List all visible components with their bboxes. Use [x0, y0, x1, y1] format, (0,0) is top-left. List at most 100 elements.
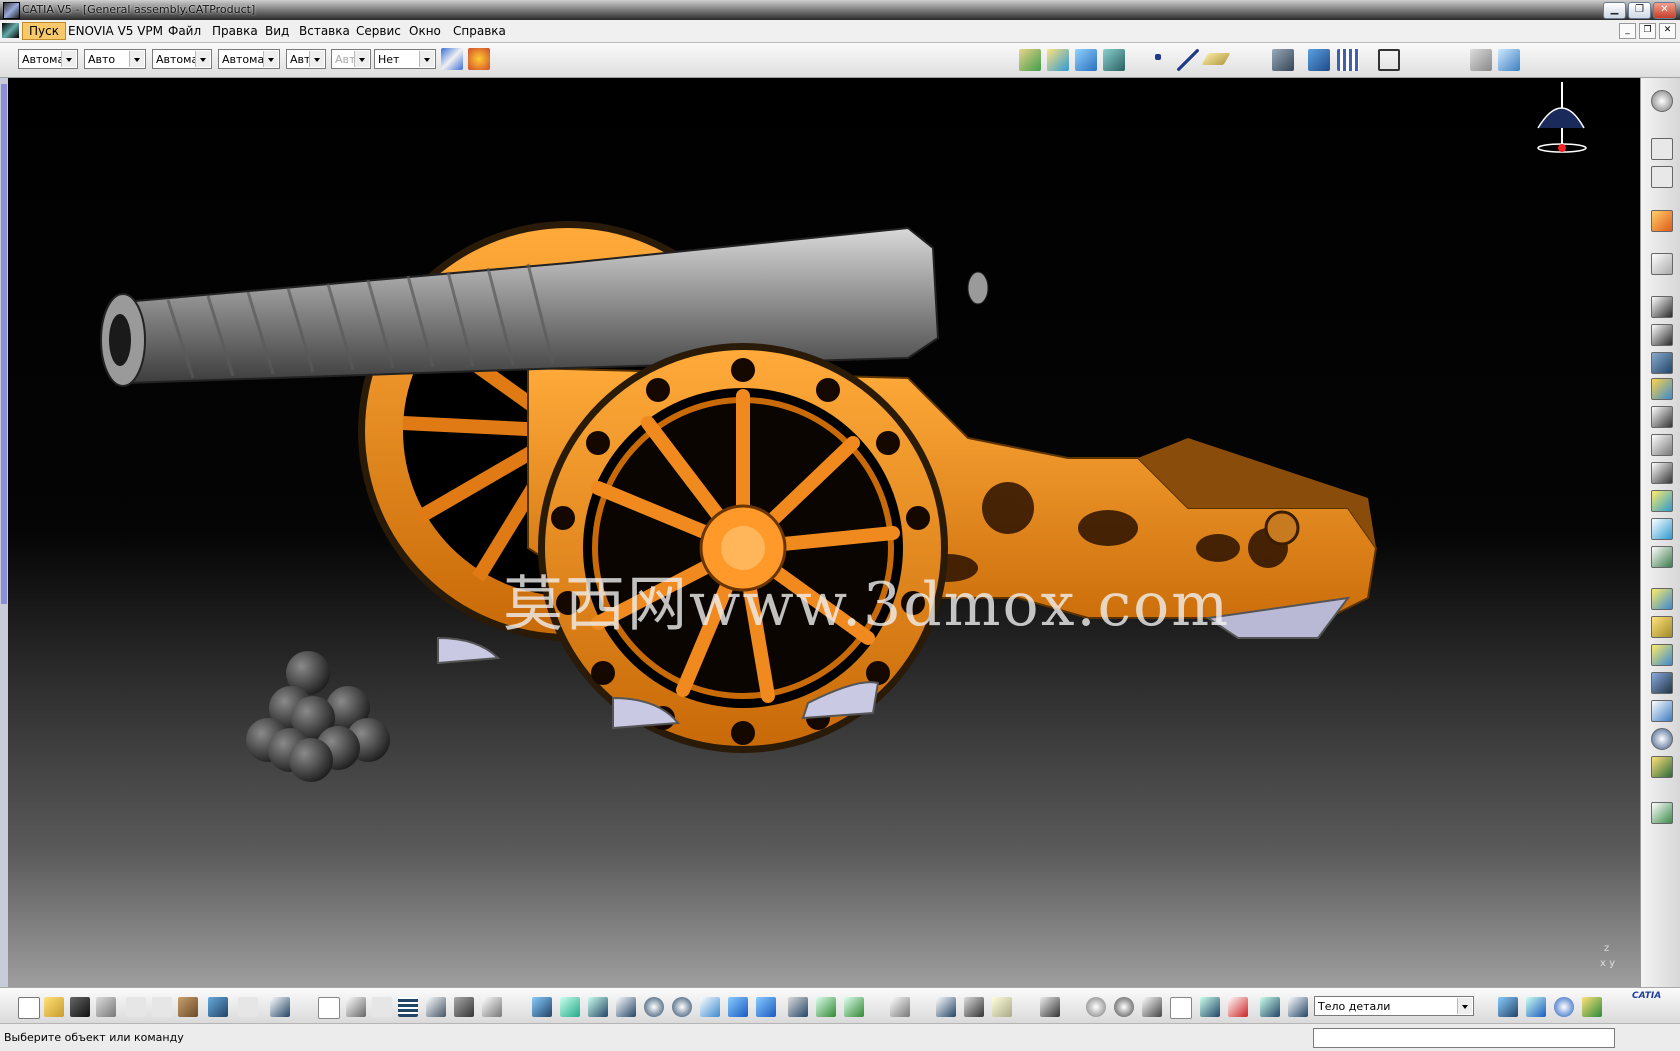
multi-view-icon[interactable]: [728, 997, 748, 1017]
doc-restore-button[interactable]: ❐: [1639, 23, 1656, 39]
maximize-button[interactable]: ❐: [1628, 2, 1651, 19]
scrollbar-thumb[interactable]: [1, 84, 7, 604]
window-tile-icon[interactable]: [1498, 49, 1520, 71]
render-icon[interactable]: [1554, 997, 1574, 1017]
doc-close-button[interactable]: ✕: [1659, 23, 1676, 39]
assembly-constraint-icon[interactable]: [1019, 49, 1041, 71]
measure-inertia-icon[interactable]: [992, 997, 1012, 1017]
open-folder-icon[interactable]: [44, 997, 64, 1017]
disabled-tool-icon-2[interactable]: [1651, 166, 1673, 188]
measure-icon[interactable]: [1272, 49, 1294, 71]
sections-icon[interactable]: [1260, 997, 1280, 1017]
draft-icon[interactable]: [1651, 490, 1673, 512]
swap-space-icon[interactable]: [844, 997, 864, 1017]
thickness-icon[interactable]: [1651, 546, 1673, 568]
close-button[interactable]: ✕: [1653, 2, 1676, 19]
pattern-icon[interactable]: [1651, 756, 1673, 778]
formula-icon[interactable]: [318, 997, 340, 1019]
catalog-icon[interactable]: [890, 997, 910, 1017]
sketch-icon[interactable]: [1651, 253, 1673, 275]
rotate-icon[interactable]: [616, 997, 636, 1017]
catalog-browser-icon[interactable]: [1582, 997, 1602, 1017]
menu-insert[interactable]: Вставка: [299, 24, 350, 38]
measure-between-icon[interactable]: [936, 997, 956, 1017]
table-icon[interactable]: [398, 997, 418, 1017]
minimize-button[interactable]: ▁: [1603, 2, 1626, 19]
menu-help[interactable]: Справка: [453, 24, 506, 38]
knowledge-icon[interactable]: [372, 997, 392, 1017]
boolean-icon[interactable]: [1651, 802, 1673, 824]
menu-file[interactable]: Файл: [168, 24, 201, 38]
transparency-combo[interactable]: Авто: [84, 49, 146, 69]
rib-icon[interactable]: [1651, 406, 1673, 428]
zoom-in-icon[interactable]: [644, 997, 664, 1017]
close-surface-icon[interactable]: [1651, 644, 1673, 666]
snap-icon[interactable]: [1200, 997, 1220, 1017]
axis-system-icon[interactable]: [1142, 997, 1162, 1017]
fit-all-in-icon[interactable]: [560, 997, 580, 1017]
refresh-icon[interactable]: [1086, 997, 1106, 1017]
paste-icon[interactable]: [178, 997, 198, 1017]
catia-app-icon[interactable]: [3, 2, 20, 19]
menu-edit[interactable]: Правка: [212, 24, 258, 38]
menu-view[interactable]: Вид: [265, 24, 289, 38]
grid-icon[interactable]: [1337, 49, 1359, 71]
tree-icon[interactable]: [426, 997, 446, 1017]
shaft-icon[interactable]: [1651, 352, 1673, 374]
select-arrow-icon[interactable]: [1651, 210, 1673, 232]
menu-window[interactable]: Окно: [409, 24, 441, 38]
shading-icon[interactable]: [788, 997, 808, 1017]
gear-icon[interactable]: [1651, 90, 1673, 112]
hole-icon[interactable]: [1651, 378, 1673, 400]
doc-minimize-button[interactable]: _: [1619, 23, 1636, 39]
help-icon[interactable]: [270, 997, 290, 1017]
document-icon[interactable]: [2, 23, 19, 38]
apply-material-icon[interactable]: [1526, 997, 1546, 1017]
material-icon[interactable]: [1498, 997, 1518, 1017]
cut-icon[interactable]: [126, 997, 146, 1017]
camera-icon[interactable]: [1040, 997, 1060, 1017]
hand-icon[interactable]: [1114, 997, 1134, 1017]
layer-combo[interactable]: Нет: [374, 49, 436, 69]
comment-icon[interactable]: [346, 997, 366, 1017]
split-icon[interactable]: [1651, 588, 1673, 610]
vertical-scrollbar[interactable]: [0, 78, 8, 987]
point-icon[interactable]: [1155, 54, 1161, 60]
pocket-icon[interactable]: [1651, 324, 1673, 346]
3d-viewport[interactable]: 莫西网www.3dmox.com z x y: [8, 78, 1640, 987]
line-color-combo[interactable]: Автома: [152, 49, 212, 69]
line-thickness-combo[interactable]: Автома: [218, 49, 280, 69]
save-icon[interactable]: [70, 997, 90, 1017]
menu-enovia[interactable]: ENOVIA V5 VPM: [68, 24, 163, 38]
split-view-icon[interactable]: [1470, 49, 1492, 71]
thick-surface-icon[interactable]: [1651, 616, 1673, 638]
properties-brush-icon[interactable]: [468, 48, 490, 70]
iso-view-icon[interactable]: [756, 997, 776, 1017]
body-selector-combo[interactable]: Тело детали: [1314, 996, 1474, 1016]
target-icon[interactable]: [1651, 728, 1673, 750]
pan-icon[interactable]: [588, 997, 608, 1017]
print-icon[interactable]: [96, 997, 116, 1017]
disabled-tool-icon[interactable]: [1651, 138, 1673, 160]
layers-icon[interactable]: [1047, 49, 1069, 71]
menu-tools[interactable]: Сервис: [356, 24, 401, 38]
normal-view-icon[interactable]: [700, 997, 720, 1017]
point-symbol-combo[interactable]: Авт: [331, 49, 371, 69]
fly-mode-icon[interactable]: [532, 997, 552, 1017]
chamfer-icon[interactable]: [1651, 462, 1673, 484]
lock-icon[interactable]: [454, 997, 474, 1017]
redo-icon[interactable]: [238, 997, 258, 1017]
update-icon[interactable]: [482, 997, 502, 1017]
menu-start[interactable]: Пуск: [22, 22, 66, 40]
translation-icon[interactable]: [1651, 700, 1673, 722]
pad-icon[interactable]: [1651, 296, 1673, 318]
fillet-icon[interactable]: [1651, 434, 1673, 456]
copy-icon[interactable]: [152, 997, 172, 1017]
compass-icon[interactable]: [1518, 78, 1588, 168]
fill-color-combo[interactable]: Автома: [18, 49, 78, 69]
book-icon[interactable]: [1103, 49, 1125, 71]
new-document-icon[interactable]: [18, 997, 40, 1019]
hide-show-icon[interactable]: [816, 997, 836, 1017]
eraser-icon[interactable]: [1075, 49, 1097, 71]
analysis-icon[interactable]: [1308, 49, 1330, 71]
